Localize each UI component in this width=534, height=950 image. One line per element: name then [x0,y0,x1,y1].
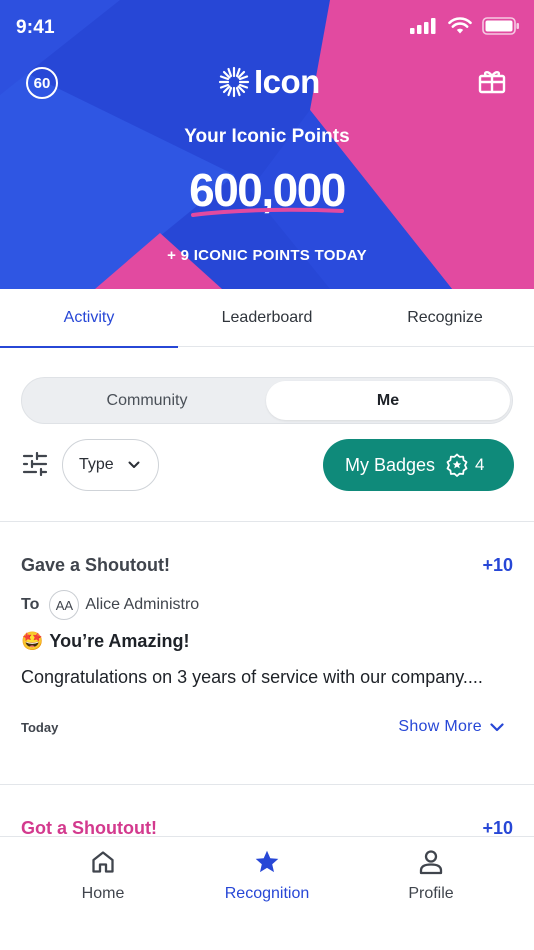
community-me-toggle: Community Me [21,377,513,424]
bottom-navigation: Home Recognition Profile [0,836,534,950]
section-divider [0,521,534,522]
nav-recognition[interactable]: Recognition [178,849,356,903]
nav-profile-label: Profile [408,885,454,902]
activity-tabs: Activity Leaderboard Recognize [0,289,534,348]
my-badges-label: My Badges [345,454,436,475]
card-date: Today [21,720,59,735]
status-bar: 9:41 [0,0,534,56]
chevron-down-icon [490,722,504,731]
show-more-label: Show More [398,718,482,735]
badge-line: 🤩 You’re Amazing! [21,631,189,652]
filter-sliders-icon[interactable] [22,452,48,476]
my-badges-button[interactable]: My Badges 4 [323,439,514,491]
card-divider [0,784,534,785]
status-time: 9:41 [16,17,55,38]
card-message: Congratulations on 3 years of service wi… [21,667,483,687]
star-struck-emoji-icon: 🤩 [21,631,44,651]
points-underline-decoration [191,207,344,217]
app-logo: Icon [218,63,320,101]
points-header: 9:41 60 Icon Your Iconic Points 600,000 … [0,0,534,289]
tab-activity[interactable]: Activity [0,289,178,348]
nav-home[interactable]: Home [14,849,192,903]
signal-icon [410,18,436,34]
to-label: To [21,596,40,613]
card-title: Gave a Shoutout! [21,555,171,575]
badge-name: You’re Amazing! [49,631,190,651]
avatar[interactable]: AA [49,590,80,620]
battery-icon [482,17,519,35]
type-filter-label: Type [79,456,114,473]
gift-icon[interactable] [478,67,506,95]
show-more-button[interactable]: Show More [398,718,504,736]
star-icon [255,850,279,873]
type-filter-dropdown[interactable]: Type [62,439,159,491]
segment-me[interactable]: Me [266,381,510,420]
points-today: + 9 ICONIC POINTS TODAY [167,247,367,264]
tab-recognize[interactable]: Recognize [356,289,534,347]
nav-recognition-label: Recognition [224,885,310,902]
nav-profile[interactable]: Profile [342,849,520,903]
points-title: Your Iconic Points [184,126,350,147]
segment-community[interactable]: Community [25,381,269,420]
points-level-badge[interactable]: 60 [26,67,58,99]
my-badges-count: 4 [475,455,485,474]
recipient-row: To AA Alice Administro [21,590,199,620]
badge-icon [446,453,468,477]
nav-home-label: Home [81,885,125,902]
starburst-logo-icon [218,66,250,98]
chevron-down-icon [128,461,140,468]
status-icons [410,17,520,35]
home-icon [92,851,114,873]
tab-leaderboard[interactable]: Leaderboard [178,289,356,347]
recipient-name[interactable]: Alice Administro [85,596,199,614]
profile-icon [419,850,443,875]
logo-text: Icon [254,63,320,100]
wifi-icon [448,17,472,34]
card-points: +10 [482,555,513,575]
